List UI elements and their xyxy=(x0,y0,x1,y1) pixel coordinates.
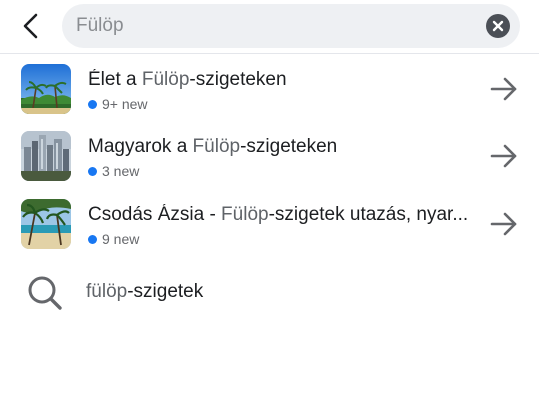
search-suggestion-row[interactable]: fülöp-szigetek xyxy=(0,262,539,322)
group-thumbnail xyxy=(21,131,71,181)
result-row-group[interactable]: Élet a Fülöp-szigeteken 9+ new xyxy=(0,55,539,123)
suggestion-text: fülöp-szigetek xyxy=(86,281,203,303)
search-icon xyxy=(26,274,64,312)
group-thumbnail xyxy=(21,199,71,249)
new-posts-count: 9+ new xyxy=(102,96,148,112)
new-posts-indicator: 9+ new xyxy=(88,95,148,113)
title-prefix: Csodás Ázsia - xyxy=(88,204,222,225)
back-button[interactable] xyxy=(16,11,46,41)
title-prefix: Élet a xyxy=(88,69,142,90)
new-posts-indicator: 9 new xyxy=(88,230,139,248)
group-thumbnail xyxy=(21,64,71,114)
beach-palms-sky-image xyxy=(21,64,71,114)
unread-dot-icon xyxy=(88,167,97,176)
title-suffix: -szigeteken xyxy=(189,69,287,90)
suggestion-match: fülöp xyxy=(86,281,128,302)
title-match: Fülöp xyxy=(221,204,269,225)
suggestion-suffix: -szigetek xyxy=(127,281,204,302)
open-result-button[interactable] xyxy=(490,143,518,169)
new-posts-count: 9 new xyxy=(102,231,140,247)
close-icon xyxy=(492,20,504,32)
arrow-right-icon xyxy=(490,212,517,236)
result-row-group[interactable]: Magyarok a Fülöp-szigeteken 3 new xyxy=(0,122,539,190)
arrow-right-icon xyxy=(490,77,517,101)
clear-search-button[interactable] xyxy=(486,14,510,38)
result-title: Csodás Ázsia - Fülöp-szigetek utazás, ny… xyxy=(88,204,473,226)
new-posts-count: 3 new xyxy=(102,163,140,179)
search-input[interactable] xyxy=(76,4,476,48)
title-prefix: Magyarok a xyxy=(88,136,193,157)
search-field[interactable] xyxy=(62,4,520,48)
new-posts-indicator: 3 new xyxy=(88,162,139,180)
tropical-beach-image xyxy=(21,199,71,249)
title-suffix: -szigetek utazás, nyar... xyxy=(268,204,469,225)
open-result-button[interactable] xyxy=(490,211,518,237)
result-title: Élet a Fülöp-szigeteken xyxy=(88,69,473,91)
title-match: Fülöp xyxy=(141,69,190,90)
result-title: Magyarok a Fülöp-szigeteken xyxy=(88,136,473,158)
title-match: Fülöp xyxy=(192,136,241,157)
search-header xyxy=(0,0,539,54)
city-skyline-image xyxy=(21,131,71,181)
open-result-button[interactable] xyxy=(490,76,518,102)
title-suffix: -szigeteken xyxy=(240,136,338,157)
unread-dot-icon xyxy=(88,235,97,244)
arrow-right-icon xyxy=(490,144,517,168)
unread-dot-icon xyxy=(88,100,97,109)
result-row-group[interactable]: Csodás Ázsia - Fülöp-szigetek utazás, ny… xyxy=(0,190,539,258)
back-arrow-icon xyxy=(23,13,38,39)
